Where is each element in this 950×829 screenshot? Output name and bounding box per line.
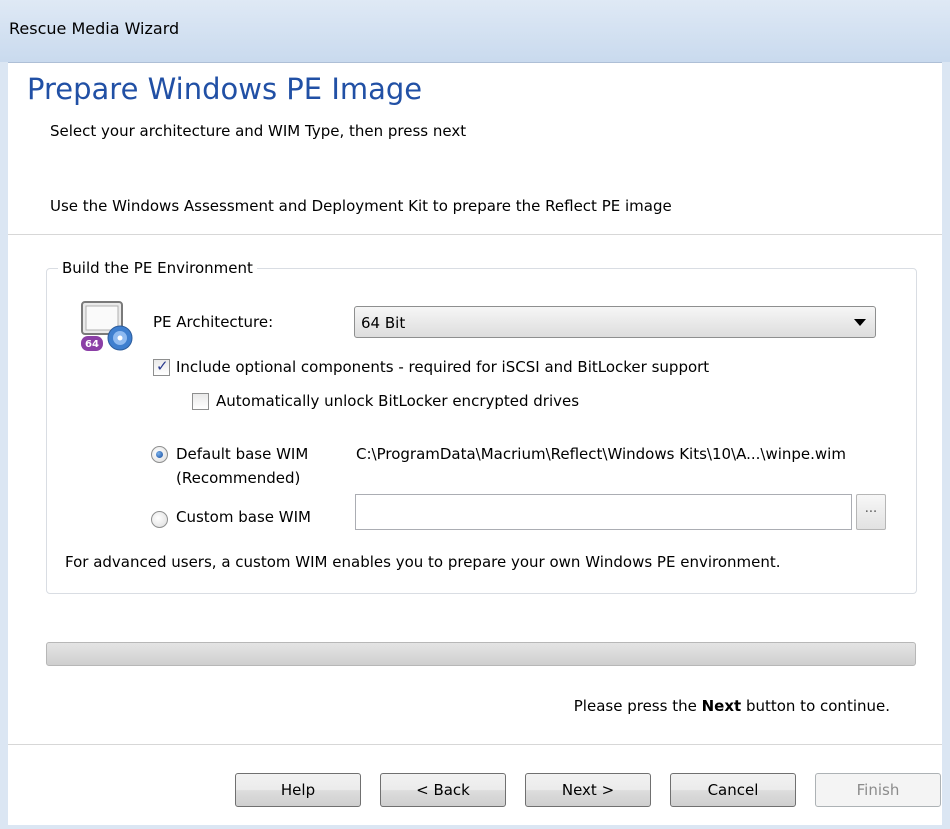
help-button[interactable]: Help <box>235 773 361 807</box>
advanced-note: For advanced users, a custom WIM enables… <box>65 553 781 571</box>
default-wim-label: Default base WIM <box>176 445 309 463</box>
chevron-down-icon <box>854 319 866 326</box>
custom-wim-input[interactable] <box>355 494 852 530</box>
page-description: Use the Windows Assessment and Deploymen… <box>50 197 672 215</box>
custom-wim-radio[interactable] <box>151 511 168 528</box>
pe-badge-text: 64 <box>85 339 99 350</box>
cancel-button[interactable]: Cancel <box>670 773 796 807</box>
group-label: Build the PE Environment <box>58 259 257 277</box>
page-subtitle: Select your architecture and WIM Type, t… <box>50 122 467 140</box>
page-title: Prepare Windows PE Image <box>27 72 423 106</box>
finish-button[interactable]: Finish <box>815 773 941 807</box>
next-hint-bold: Next <box>701 697 742 715</box>
default-wim-path: C:\ProgramData\Macrium\Reflect\Windows K… <box>356 445 846 463</box>
auto-unlock-checkbox[interactable] <box>192 393 209 410</box>
optional-components-checkbox[interactable]: ✓ <box>153 357 170 376</box>
window-frame-left <box>0 62 8 829</box>
next-hint-prefix: Please press the <box>573 697 702 715</box>
arch-label: PE Architecture: <box>153 313 274 331</box>
checkmark-icon: ✓ <box>156 357 169 375</box>
footer-divider <box>8 744 942 745</box>
arch-select[interactable]: 64 Bit <box>354 306 876 338</box>
radio-selected-dot <box>156 451 163 458</box>
default-wim-radio[interactable] <box>151 446 168 463</box>
optional-components-label: Include optional components - required f… <box>176 358 710 376</box>
default-wim-recommended: (Recommended) <box>176 469 301 487</box>
next-hint-suffix: button to continue. <box>741 697 890 715</box>
window-frame-right <box>942 62 950 829</box>
window-title: Rescue Media Wizard <box>9 19 180 38</box>
next-hint: Please press the Next button to continue… <box>574 697 890 715</box>
title-bar: Rescue Media Wizard <box>0 0 950 63</box>
back-button[interactable]: < Back <box>380 773 506 807</box>
header-divider <box>8 234 942 235</box>
arch-select-value: 64 Bit <box>361 314 406 332</box>
window-frame-bottom <box>0 825 950 829</box>
auto-unlock-label: Automatically unlock BitLocker encrypted… <box>216 392 580 410</box>
progress-bar <box>46 642 916 666</box>
pe-disc-icon: 64 <box>81 301 133 351</box>
browse-button[interactable]: ... <box>856 494 886 530</box>
custom-wim-label: Custom base WIM <box>176 508 311 526</box>
next-button[interactable]: Next > <box>525 773 651 807</box>
